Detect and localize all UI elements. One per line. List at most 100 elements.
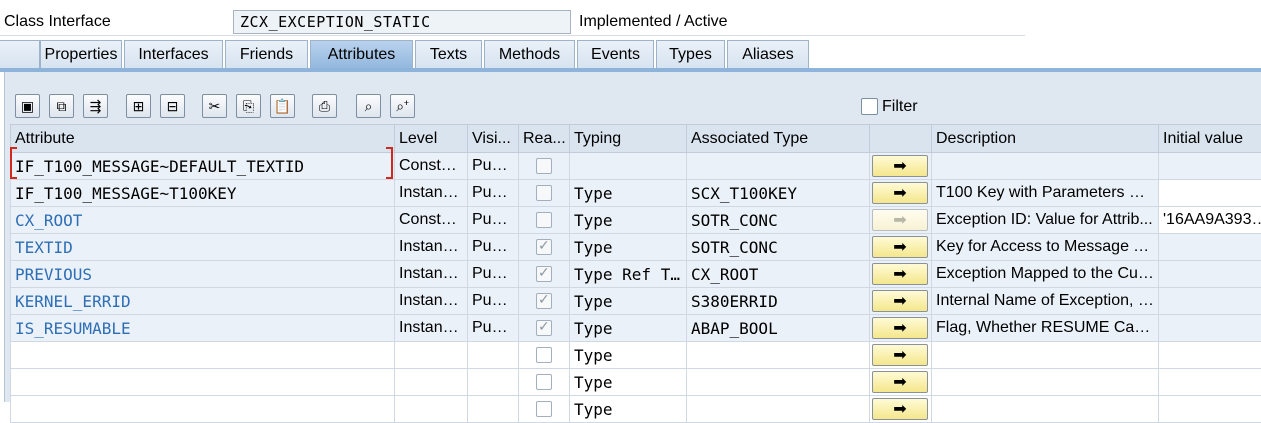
description-cell[interactable] [932, 396, 1159, 423]
visibility-cell[interactable]: Public [468, 234, 519, 261]
print-icon[interactable]: ⎙ [312, 94, 337, 118]
typing-cell[interactable]: Type [570, 180, 687, 207]
description-cell[interactable]: Exception Mapped to the Curr... [932, 261, 1159, 288]
tab-friends[interactable]: Friends [225, 40, 308, 69]
associated-type-cell[interactable]: CX_ROOT [687, 261, 870, 288]
initial-value-cell[interactable] [1159, 153, 1261, 180]
detail-view-icon[interactable]: ▣ [15, 94, 40, 118]
read-only-cell[interactable] [519, 180, 570, 207]
initial-value-cell[interactable] [1159, 396, 1261, 423]
visibility-cell[interactable] [468, 369, 519, 396]
attribute-cell[interactable]: IS_RESUMABLE [11, 315, 395, 342]
visibility-cell[interactable]: Public [468, 288, 519, 315]
where-used-icon[interactable]: ⇶ [83, 94, 108, 118]
description-cell[interactable]: Key for Access to Message T... [932, 234, 1159, 261]
read-only-checkbox[interactable] [536, 212, 552, 228]
visibility-cell[interactable] [468, 342, 519, 369]
read-only-checkbox[interactable] [536, 374, 552, 390]
initial-value-cell[interactable]: '16AA9A3937... [1159, 207, 1261, 234]
read-only-checkbox[interactable] [536, 401, 552, 417]
attribute-cell[interactable]: CX_ROOT [11, 207, 395, 234]
associated-type-cell[interactable] [687, 369, 870, 396]
direct-type-entry-icon[interactable]: ➡ [872, 209, 928, 231]
associated-type-cell[interactable] [687, 153, 870, 180]
cut-icon[interactable]: ✂ [202, 94, 227, 118]
column-header-description[interactable]: Description [932, 125, 1159, 153]
level-cell[interactable]: Constant [395, 207, 468, 234]
read-only-checkbox[interactable] [536, 158, 552, 174]
table-row[interactable]: Type➡ [11, 342, 1261, 369]
initial-value-cell[interactable] [1159, 369, 1261, 396]
associated-type-cell[interactable]: SCX_T100KEY [687, 180, 870, 207]
table-row[interactable]: TEXTIDInstance...PublicTypeSOTR_CONC➡Key… [11, 234, 1261, 261]
tab-properties[interactable]: Properties [40, 40, 122, 69]
table-row[interactable]: IF_T100_MESSAGE~DEFAULT_TEXTIDConstantPu… [11, 153, 1261, 180]
read-only-checkbox[interactable] [536, 320, 552, 336]
copy-icon[interactable]: ⎘ [236, 94, 261, 118]
attribute-cell[interactable] [11, 396, 395, 423]
level-cell[interactable] [395, 342, 468, 369]
typing-cell[interactable]: Type [570, 207, 687, 234]
column-header-navigation[interactable] [870, 125, 932, 153]
attribute-cell[interactable]: IF_T100_MESSAGE~T100KEY [11, 180, 395, 207]
read-only-cell[interactable] [519, 396, 570, 423]
description-cell[interactable]: Exception ID: Value for Attrib... [932, 207, 1159, 234]
visibility-cell[interactable]: Public [468, 153, 519, 180]
typing-cell[interactable]: Type [570, 288, 687, 315]
level-cell[interactable]: Instance... [395, 261, 468, 288]
description-cell[interactable] [932, 342, 1159, 369]
direct-type-entry-icon[interactable]: ➡ [872, 155, 928, 177]
visibility-cell[interactable]: Public [468, 315, 519, 342]
typing-cell[interactable]: Type [570, 396, 687, 423]
level-cell[interactable] [395, 369, 468, 396]
class-name-field[interactable]: ZCX_EXCEPTION_STATIC [233, 10, 571, 34]
tab-methods[interactable]: Methods [484, 40, 575, 69]
read-only-checkbox[interactable] [536, 239, 552, 255]
typing-cell[interactable]: Type [570, 369, 687, 396]
associated-type-cell[interactable]: S380ERRID [687, 288, 870, 315]
level-cell[interactable]: Constant [395, 153, 468, 180]
typing-cell[interactable]: Type [570, 234, 687, 261]
direct-type-entry-icon[interactable]: ➡ [872, 263, 928, 285]
initial-value-cell[interactable] [1159, 342, 1261, 369]
description-cell[interactable] [932, 153, 1159, 180]
attribute-cell[interactable]: TEXTID [11, 234, 395, 261]
attribute-cell[interactable]: KERNEL_ERRID [11, 288, 395, 315]
column-header-attribute[interactable]: Attribute [11, 125, 395, 153]
initial-value-cell[interactable] [1159, 180, 1261, 207]
attribute-cell[interactable] [11, 369, 395, 396]
column-header-visibility[interactable]: Visi... [468, 125, 519, 153]
typing-cell[interactable] [570, 153, 687, 180]
column-header-initial-value[interactable]: Initial value [1159, 125, 1261, 153]
copy-object-icon[interactable]: ⧉ [49, 94, 74, 118]
level-cell[interactable]: Instance... [395, 315, 468, 342]
read-only-cell[interactable] [519, 342, 570, 369]
visibility-cell[interactable]: Public [468, 180, 519, 207]
column-header-associated-type[interactable]: Associated Type [687, 125, 870, 153]
typing-cell[interactable]: Type [570, 342, 687, 369]
direct-type-entry-icon[interactable]: ➡ [872, 398, 928, 420]
description-cell[interactable] [932, 369, 1159, 396]
level-cell[interactable] [395, 396, 468, 423]
table-row[interactable]: Type ➡ [11, 396, 1261, 423]
level-cell[interactable]: Instance... [395, 234, 468, 261]
typing-cell[interactable]: Type Ref T... [570, 261, 687, 288]
column-header-typing[interactable]: Typing [570, 125, 687, 153]
tab-attributes[interactable]: Attributes [310, 40, 413, 71]
associated-type-cell[interactable]: SOTR_CONC [687, 207, 870, 234]
initial-value-cell[interactable] [1159, 315, 1261, 342]
direct-type-entry-icon[interactable]: ➡ [872, 182, 928, 204]
attribute-cell[interactable]: IF_T100_MESSAGE~DEFAULT_TEXTID [11, 153, 395, 180]
initial-value-cell[interactable] [1159, 288, 1261, 315]
visibility-cell[interactable]: Public [468, 207, 519, 234]
column-header-level[interactable]: Level [395, 125, 468, 153]
tab-texts[interactable]: Texts [415, 40, 482, 69]
read-only-cell[interactable] [519, 261, 570, 288]
initial-value-cell[interactable] [1159, 234, 1261, 261]
column-header-read-only[interactable]: Rea... [519, 125, 570, 153]
visibility-cell[interactable]: Public [468, 261, 519, 288]
filter-checkbox[interactable] [861, 98, 878, 115]
read-only-cell[interactable] [519, 207, 570, 234]
paste-icon[interactable]: 📋 [270, 94, 295, 118]
read-only-checkbox[interactable] [536, 293, 552, 309]
